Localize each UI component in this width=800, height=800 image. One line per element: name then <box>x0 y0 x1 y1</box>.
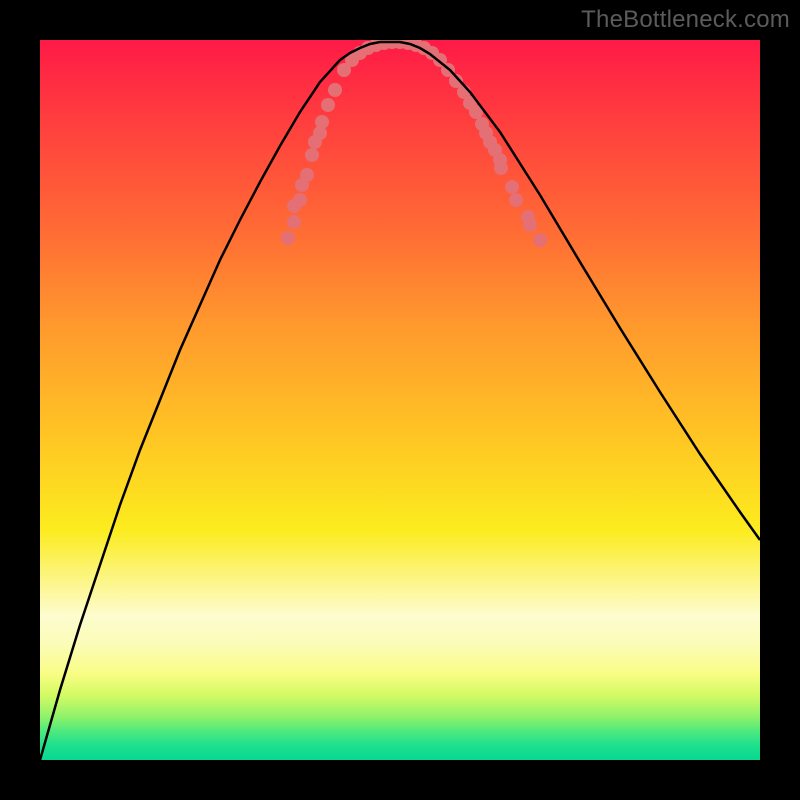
data-marker <box>533 233 547 247</box>
data-marker <box>281 231 295 245</box>
data-marker <box>523 218 537 232</box>
data-marker <box>509 193 523 207</box>
chart-frame: TheBottleneck.com <box>0 0 800 800</box>
curve-svg <box>40 40 760 760</box>
data-marker <box>315 115 329 129</box>
data-marker <box>328 83 342 97</box>
plot-area <box>40 40 760 760</box>
data-marker <box>300 168 314 182</box>
data-marker <box>305 148 319 162</box>
data-marker <box>321 98 335 112</box>
watermark-text: TheBottleneck.com <box>581 6 790 34</box>
bottleneck-curve <box>40 42 760 760</box>
data-marker <box>505 180 519 194</box>
data-marker <box>293 193 307 207</box>
data-marker <box>494 161 508 175</box>
data-marker <box>287 215 301 229</box>
